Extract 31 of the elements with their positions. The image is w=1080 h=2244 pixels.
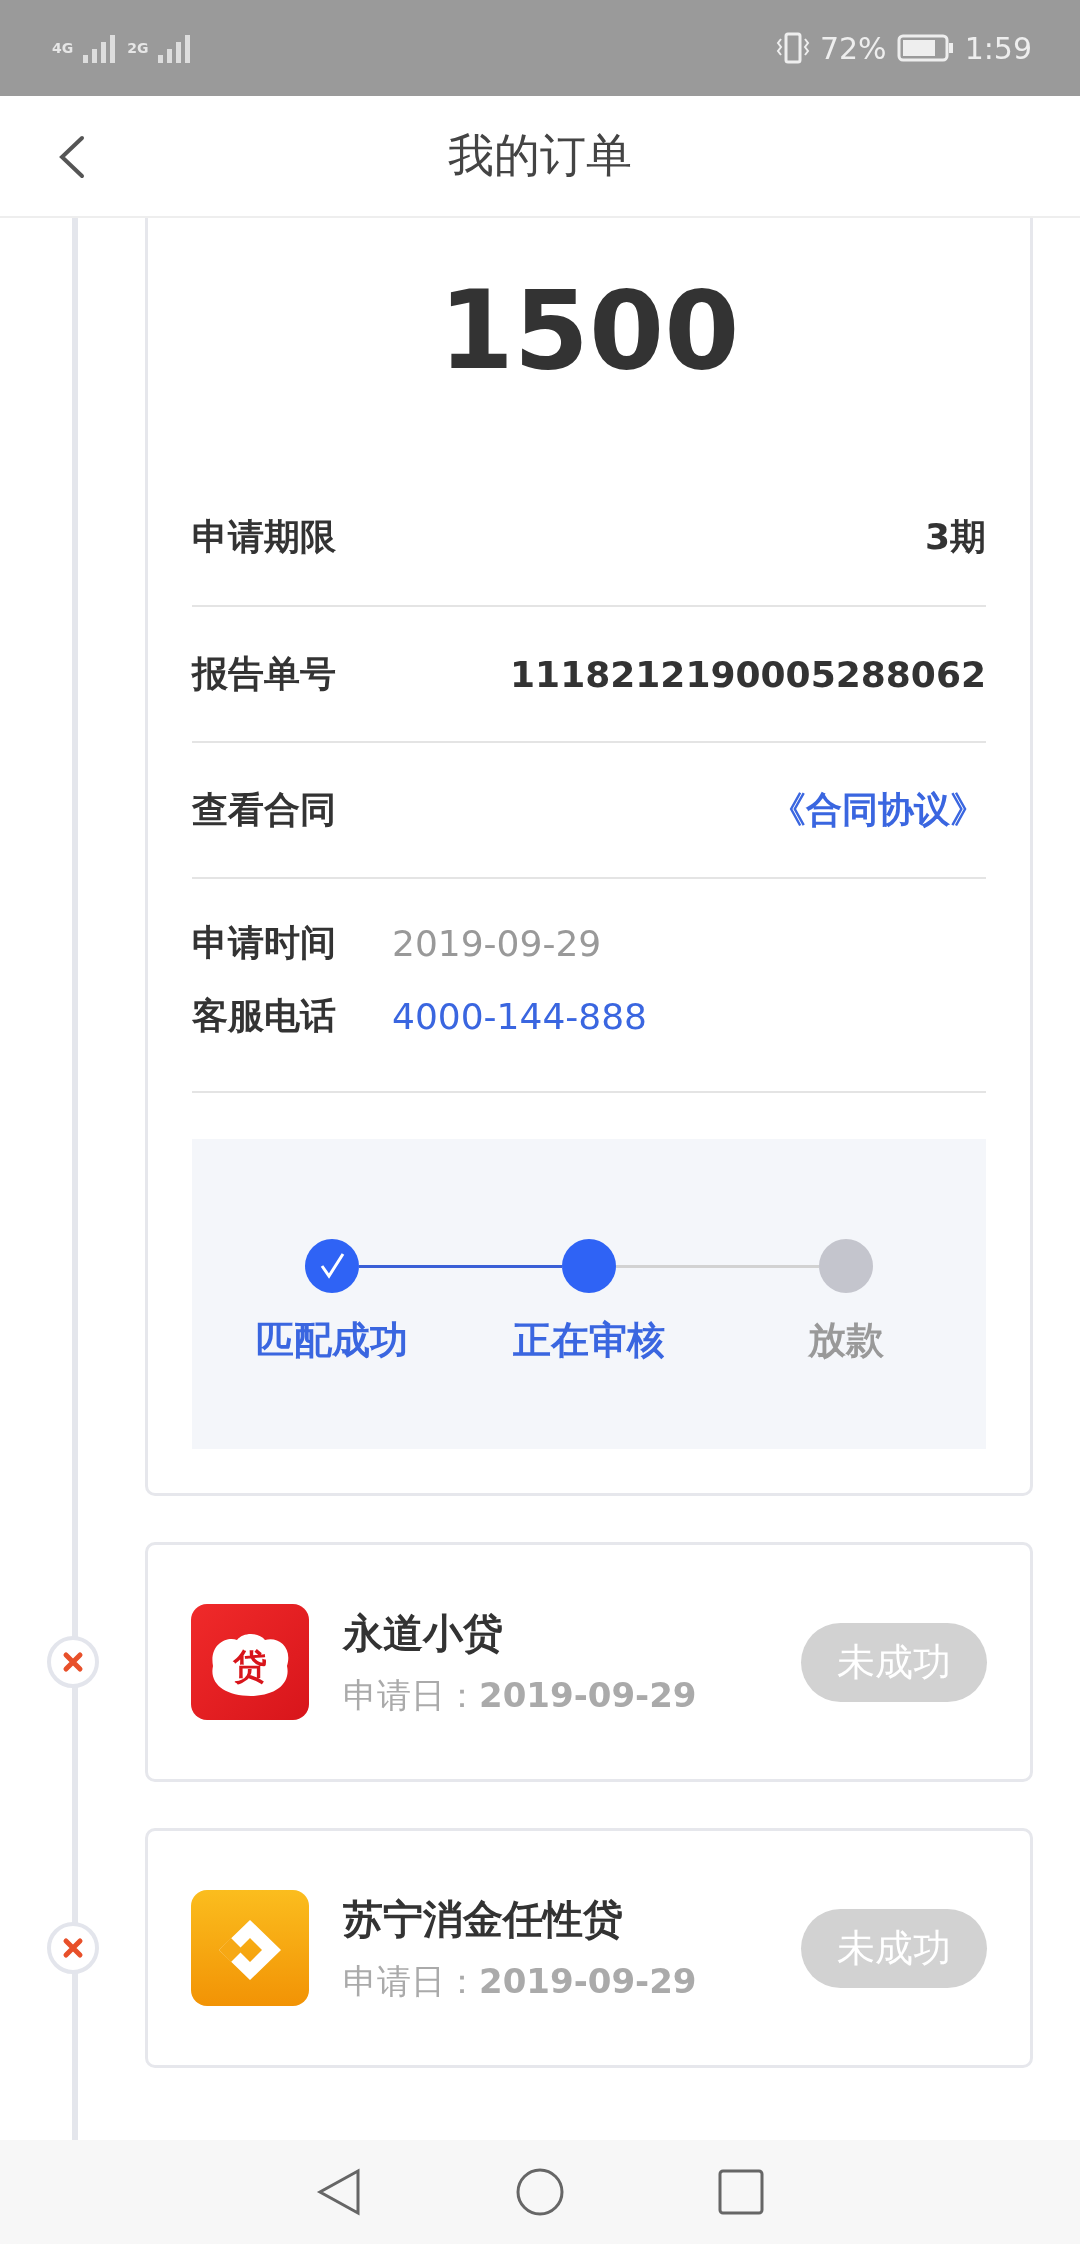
amount-value: 1500 <box>437 268 741 393</box>
info-label: 申请时间 <box>192 921 336 965</box>
app-logo-icon: 贷 <box>191 1604 309 1720</box>
signal-icon <box>158 33 193 63</box>
step-label: 放款 <box>808 1317 884 1364</box>
apply-date: 申请日：2019-09-29 <box>343 1673 698 1717</box>
row-value: 1118212190005288062 <box>510 653 986 695</box>
row-label: 申请期限 <box>192 514 336 559</box>
phone-link[interactable]: 4000-144-888 <box>392 996 648 1037</box>
recents-nav-icon[interactable] <box>717 2169 764 2215</box>
info-value: 2019-09-29 <box>392 923 602 964</box>
step-label: 匹配成功 <box>256 1317 408 1364</box>
apply-date: 申请日：2019-09-29 <box>343 1959 698 2003</box>
contract-link[interactable]: 《合同协议》 <box>770 785 986 835</box>
home-nav-icon[interactable] <box>515 2167 565 2217</box>
lender-name: 永道小贷 <box>343 1608 504 1658</box>
row-label: 查看合同 <box>192 787 336 832</box>
page-title: 我的订单 <box>448 127 632 184</box>
lender-name: 苏宁消金任性贷 <box>343 1894 624 1944</box>
network-label: 2G <box>127 40 149 56</box>
step-label: 正在审核 <box>513 1317 665 1364</box>
battery-icon <box>896 34 955 62</box>
vibrate-icon <box>775 31 810 65</box>
network-label: 4G <box>52 40 74 56</box>
clock-time: 1:59 <box>964 30 1032 66</box>
info-label: 客服电话 <box>192 994 336 1038</box>
battery-percent: 72% <box>819 30 887 66</box>
back-nav-icon[interactable] <box>316 2167 363 2217</box>
signal-icon <box>83 33 118 63</box>
row-value: 3期 <box>924 514 986 559</box>
row-label: 报告单号 <box>192 651 336 696</box>
